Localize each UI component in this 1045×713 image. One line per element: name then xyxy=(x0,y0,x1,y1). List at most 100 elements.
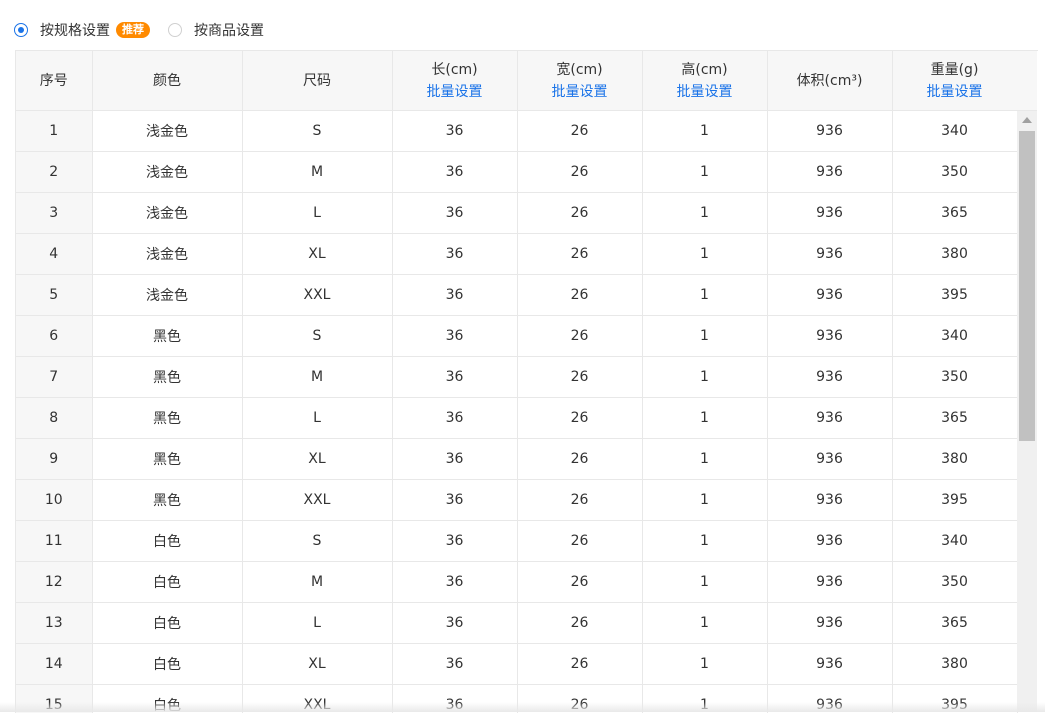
cell-volume: 936 xyxy=(767,521,892,562)
radio-checked-icon[interactable] xyxy=(14,23,28,37)
cell-width[interactable]: 26 xyxy=(517,398,642,439)
cell-size: XXL xyxy=(242,480,392,521)
cell-width[interactable]: 26 xyxy=(517,111,642,152)
table-row: 9黑色XL36261936380 xyxy=(16,439,1017,480)
cell-width[interactable]: 26 xyxy=(517,357,642,398)
table-row: 13白色L36261936365 xyxy=(16,603,1017,644)
cell-weight[interactable]: 365 xyxy=(892,603,1017,644)
col-header-color: 颜色 xyxy=(92,51,242,111)
cell-length[interactable]: 36 xyxy=(392,193,517,234)
cell-height[interactable]: 1 xyxy=(642,644,767,685)
cell-length[interactable]: 36 xyxy=(392,275,517,316)
cell-index: 7 xyxy=(16,357,92,398)
cell-color: 浅金色 xyxy=(92,111,242,152)
cell-weight[interactable]: 340 xyxy=(892,521,1017,562)
cell-weight[interactable]: 350 xyxy=(892,562,1017,603)
cell-height[interactable]: 1 xyxy=(642,152,767,193)
cell-color: 浅金色 xyxy=(92,234,242,275)
cell-weight[interactable]: 395 xyxy=(892,275,1017,316)
cell-weight[interactable]: 380 xyxy=(892,644,1017,685)
cell-size: XL xyxy=(242,234,392,275)
scroll-up-arrow-icon[interactable] xyxy=(1022,117,1032,123)
batch-set-weight-link[interactable]: 批量设置 xyxy=(893,81,1017,103)
cell-height[interactable]: 1 xyxy=(642,480,767,521)
cell-weight[interactable]: 340 xyxy=(892,316,1017,357)
cell-height[interactable]: 1 xyxy=(642,521,767,562)
batch-set-height-link[interactable]: 批量设置 xyxy=(643,81,767,103)
cell-weight[interactable]: 350 xyxy=(892,152,1017,193)
cell-height[interactable]: 1 xyxy=(642,603,767,644)
batch-set-length-link[interactable]: 批量设置 xyxy=(393,81,517,103)
cell-length[interactable]: 36 xyxy=(392,111,517,152)
cell-height[interactable]: 1 xyxy=(642,398,767,439)
cell-height[interactable]: 1 xyxy=(642,234,767,275)
cell-width[interactable]: 26 xyxy=(517,562,642,603)
radio-unchecked-icon[interactable] xyxy=(168,23,182,37)
cell-weight[interactable]: 380 xyxy=(892,439,1017,480)
radio-by-spec[interactable]: 按规格设置 推荐 xyxy=(14,20,150,40)
vertical-scrollbar[interactable] xyxy=(1017,111,1037,712)
table-row: 3浅金色L36261936365 xyxy=(16,193,1017,234)
table-header-row: 序号 颜色 尺码 长(cm) 批量设置 宽(cm) 批量设置 高(cm) 批量设… xyxy=(16,51,1017,111)
scroll-thumb[interactable] xyxy=(1019,131,1035,441)
cell-width[interactable]: 26 xyxy=(517,439,642,480)
cell-volume: 936 xyxy=(767,644,892,685)
cell-width[interactable]: 26 xyxy=(517,316,642,357)
cell-length[interactable]: 36 xyxy=(392,480,517,521)
radio-by-spec-label: 按规格设置 xyxy=(40,20,110,40)
cell-length[interactable]: 36 xyxy=(392,152,517,193)
cell-length[interactable]: 36 xyxy=(392,316,517,357)
cell-weight[interactable]: 395 xyxy=(892,480,1017,521)
col-header-weight: 重量(g) 批量设置 xyxy=(892,51,1017,111)
cell-width[interactable]: 26 xyxy=(517,193,642,234)
cell-length[interactable]: 36 xyxy=(392,644,517,685)
table-row: 8黑色L36261936365 xyxy=(16,398,1017,439)
cell-color: 浅金色 xyxy=(92,275,242,316)
cell-size: XXL xyxy=(242,275,392,316)
cell-weight[interactable]: 365 xyxy=(892,398,1017,439)
cell-index: 2 xyxy=(16,152,92,193)
batch-set-width-link[interactable]: 批量设置 xyxy=(518,81,642,103)
cell-length[interactable]: 36 xyxy=(392,357,517,398)
cell-weight[interactable]: 365 xyxy=(892,193,1017,234)
cell-length[interactable]: 36 xyxy=(392,398,517,439)
cell-width[interactable]: 26 xyxy=(517,275,642,316)
cell-height[interactable]: 1 xyxy=(642,111,767,152)
cell-height[interactable]: 1 xyxy=(642,357,767,398)
table-row: 4浅金色XL36261936380 xyxy=(16,234,1017,275)
table-row: 2浅金色M36261936350 xyxy=(16,152,1017,193)
cell-index: 9 xyxy=(16,439,92,480)
bottom-fade xyxy=(0,702,1045,712)
cell-width[interactable]: 26 xyxy=(517,603,642,644)
cell-size: M xyxy=(242,562,392,603)
col-header-width-label: 宽(cm) xyxy=(556,62,602,78)
col-header-volume: 体积(cm³) xyxy=(767,51,892,111)
cell-length[interactable]: 36 xyxy=(392,603,517,644)
cell-width[interactable]: 26 xyxy=(517,644,642,685)
cell-color: 白色 xyxy=(92,521,242,562)
table-row: 7黑色M36261936350 xyxy=(16,357,1017,398)
cell-weight[interactable]: 340 xyxy=(892,111,1017,152)
radio-by-product[interactable]: 按商品设置 xyxy=(168,20,264,40)
cell-width[interactable]: 26 xyxy=(517,521,642,562)
cell-width[interactable]: 26 xyxy=(517,152,642,193)
cell-size: S xyxy=(242,111,392,152)
table-row: 12白色M36261936350 xyxy=(16,562,1017,603)
scrollbar-header-gap xyxy=(1017,51,1037,111)
cell-length[interactable]: 36 xyxy=(392,562,517,603)
cell-width[interactable]: 26 xyxy=(517,234,642,275)
cell-length[interactable]: 36 xyxy=(392,439,517,480)
cell-height[interactable]: 1 xyxy=(642,275,767,316)
cell-height[interactable]: 1 xyxy=(642,439,767,480)
cell-weight[interactable]: 380 xyxy=(892,234,1017,275)
cell-length[interactable]: 36 xyxy=(392,234,517,275)
table-row: 6黑色S36261936340 xyxy=(16,316,1017,357)
cell-height[interactable]: 1 xyxy=(642,193,767,234)
cell-volume: 936 xyxy=(767,357,892,398)
cell-width[interactable]: 26 xyxy=(517,480,642,521)
col-header-index-label: 序号 xyxy=(40,73,68,89)
cell-length[interactable]: 36 xyxy=(392,521,517,562)
cell-height[interactable]: 1 xyxy=(642,562,767,603)
cell-height[interactable]: 1 xyxy=(642,316,767,357)
cell-weight[interactable]: 350 xyxy=(892,357,1017,398)
